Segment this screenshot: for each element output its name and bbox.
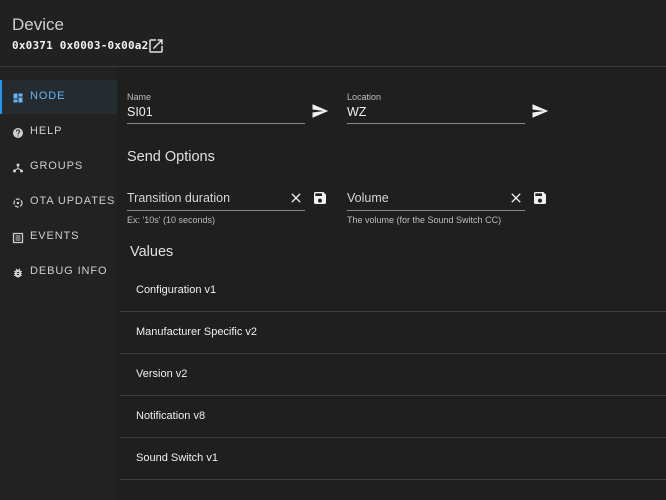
send-location-icon[interactable] [531, 102, 549, 125]
sidebar-item-node[interactable]: NODE [0, 80, 117, 114]
volume-underline [347, 210, 525, 211]
page-header: Device 0x0371 0x0003-0x00a2 [0, 0, 666, 67]
list-item[interactable]: Configuration v1 [120, 270, 666, 312]
list-item[interactable]: Manufacturer Specific v2 [120, 312, 666, 354]
volume-input[interactable]: Volume [347, 191, 389, 205]
list-item-label: Version v2 [136, 368, 188, 380]
sidebar-item-label: OTA UPDATES [30, 195, 116, 207]
values-title: Values [130, 244, 174, 260]
sidebar-item-debug-info[interactable]: DEBUG INFO [0, 255, 117, 289]
name-field-underline [127, 123, 305, 124]
clear-volume-icon[interactable] [508, 190, 524, 211]
list-item[interactable]: Notification v8 [120, 396, 666, 438]
location-field[interactable]: WZ [347, 105, 366, 119]
location-field-label: Location [347, 92, 382, 102]
sidebar-item-groups[interactable]: GROUPS [0, 150, 117, 184]
sidebar-item-label: DEBUG INFO [30, 265, 108, 277]
list-item[interactable]: Version v2 [120, 354, 666, 396]
sidebar-item-ota-updates[interactable]: OTA UPDATES [0, 185, 117, 219]
sidebar-item-label: HELP [30, 125, 63, 137]
sidebar: NODE HELP GROUPS OTA UPDATES EVENTS DEBU… [0, 67, 117, 500]
sidebar-item-help[interactable]: HELP [0, 115, 117, 149]
save-volume-icon[interactable] [532, 190, 548, 211]
list-item[interactable]: Sound Switch v1 [120, 438, 666, 480]
transition-underline [127, 210, 305, 211]
transition-duration-input[interactable]: Transition duration [127, 191, 230, 205]
volume-hint: The volume (for the Sound Switch CC) [347, 215, 502, 225]
refresh-icon [12, 196, 24, 208]
bug-icon [12, 266, 24, 278]
send-name-icon[interactable] [311, 102, 329, 125]
list-icon [12, 231, 24, 244]
grid-icon [12, 91, 24, 103]
sidebar-item-label: NODE [30, 90, 66, 102]
name-field[interactable]: SI01 [127, 105, 153, 119]
list-item-label: Manufacturer Specific v2 [136, 326, 258, 338]
location-field-underline [347, 123, 525, 124]
name-field-label: Name [127, 92, 152, 102]
help-circle-icon [12, 126, 24, 138]
send-options-title: Send Options [127, 149, 215, 165]
list-item-label: Sound Switch v1 [136, 452, 218, 464]
page-title: Device [12, 15, 64, 34]
device-id: 0x0371 0x0003-0x00a2 [12, 39, 149, 52]
list-item-label: Notification v8 [136, 410, 206, 422]
clear-transition-icon[interactable] [288, 190, 304, 211]
sidebar-item-events[interactable]: EVENTS [0, 220, 117, 254]
groups-icon [12, 161, 24, 173]
transition-hint: Ex: '10s' (10 seconds) [127, 215, 215, 225]
save-transition-icon[interactable] [312, 190, 328, 211]
open-external-icon[interactable] [147, 37, 165, 55]
sidebar-item-label: GROUPS [30, 160, 84, 172]
list-item-label: Configuration v1 [136, 284, 217, 296]
sidebar-item-label: EVENTS [30, 230, 80, 242]
